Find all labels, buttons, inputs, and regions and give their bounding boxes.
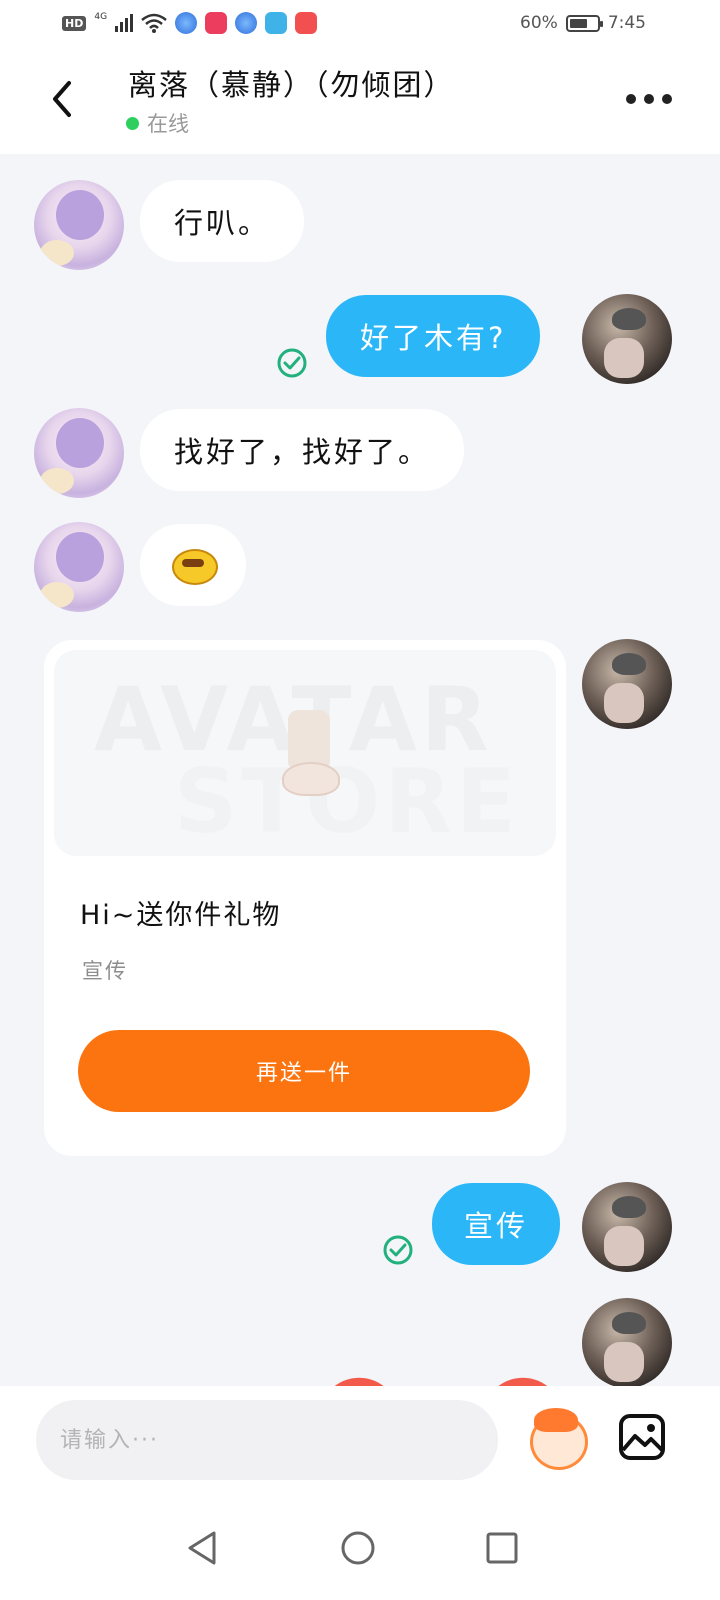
- chat-header: 离落（慕静）（勿倾团） 在线: [0, 48, 720, 154]
- incoming-sticker-bubble[interactable]: [140, 524, 246, 606]
- gift-slipper-icon: [282, 710, 344, 800]
- contact-avatar[interactable]: [34, 408, 124, 498]
- read-check-icon: [277, 348, 307, 378]
- my-avatar[interactable]: [582, 1298, 672, 1386]
- contact-name: 离落（慕静）（勿倾团）: [128, 68, 455, 102]
- gift-card[interactable]: AVATAR STORE Hi~送你件礼物 宣传 再送一件: [44, 640, 566, 1156]
- input-bar: [0, 1386, 720, 1496]
- more-dot-icon: [662, 94, 672, 104]
- message-text: 宣传: [464, 1209, 529, 1243]
- heart-sticker-icon[interactable]: [372, 1326, 518, 1386]
- contact-avatar[interactable]: [34, 180, 124, 270]
- online-dot-icon: [126, 116, 139, 130]
- signal-icon: [115, 14, 134, 32]
- avatar-store-watermark: STORE: [174, 750, 520, 853]
- outgoing-message-bubble[interactable]: 好了木有?: [326, 295, 541, 377]
- chevron-left-icon: [53, 81, 71, 117]
- online-status-label: 在线: [147, 112, 189, 136]
- message-text: 行叭。: [174, 206, 271, 240]
- my-avatar[interactable]: [582, 294, 672, 384]
- system-nav-bar: [0, 1496, 720, 1600]
- message-text: 找好了，找好了。: [174, 435, 431, 469]
- gift-description: 宣传: [82, 959, 128, 983]
- more-dot-icon: [626, 94, 636, 104]
- shop-app-icon: [295, 12, 318, 34]
- browser-app-icon-2: [235, 12, 258, 34]
- reader-app-icon: [265, 12, 288, 34]
- message-list[interactable]: 行叭。 好了木有? 找好了，找好了。 AVATAR STORE Hi~送你件礼物…: [0, 154, 720, 1386]
- incoming-message-bubble[interactable]: 行叭。: [140, 180, 305, 262]
- triangle-back-icon: [188, 1531, 216, 1565]
- back-button[interactable]: [40, 74, 84, 124]
- send-another-gift-button[interactable]: 再送一件: [78, 1030, 530, 1112]
- my-avatar[interactable]: [582, 639, 672, 729]
- status-bar: HD 4G 60% 7:45: [0, 0, 720, 48]
- nav-recents-button[interactable]: [480, 1526, 524, 1570]
- nav-home-button[interactable]: [336, 1526, 380, 1570]
- circle-home-icon: [341, 1531, 375, 1565]
- image-picker-icon[interactable]: [618, 1412, 666, 1462]
- online-status: 在线: [126, 108, 189, 138]
- gift-banner: AVATAR STORE: [54, 650, 556, 856]
- gift-title: Hi~送你件礼物: [80, 900, 282, 931]
- message-text: 好了木有?: [360, 321, 507, 355]
- contact-avatar[interactable]: [34, 522, 124, 612]
- clock: 7:45: [607, 13, 646, 33]
- square-recents-icon: [486, 1532, 518, 1564]
- hd-indicator: HD: [62, 15, 87, 31]
- network-type: 4G: [94, 12, 108, 22]
- more-dot-icon: [644, 94, 654, 104]
- battery-icon: [565, 14, 603, 32]
- wifi-icon: [141, 13, 167, 33]
- outgoing-message-bubble[interactable]: 宣传: [432, 1183, 561, 1265]
- incoming-message-bubble[interactable]: 找好了，找好了。: [140, 409, 465, 491]
- nav-back-button[interactable]: [180, 1526, 224, 1570]
- battery-percent: 60%: [520, 13, 558, 33]
- video-app-icon: [205, 12, 228, 34]
- yellow-face-sticker-icon: [170, 547, 218, 585]
- browser-app-icon: [175, 12, 198, 34]
- sticker-button[interactable]: [524, 1408, 588, 1470]
- read-check-icon: [383, 1235, 413, 1265]
- more-button[interactable]: [626, 84, 672, 114]
- message-input[interactable]: [36, 1400, 498, 1480]
- my-avatar[interactable]: [582, 1182, 672, 1272]
